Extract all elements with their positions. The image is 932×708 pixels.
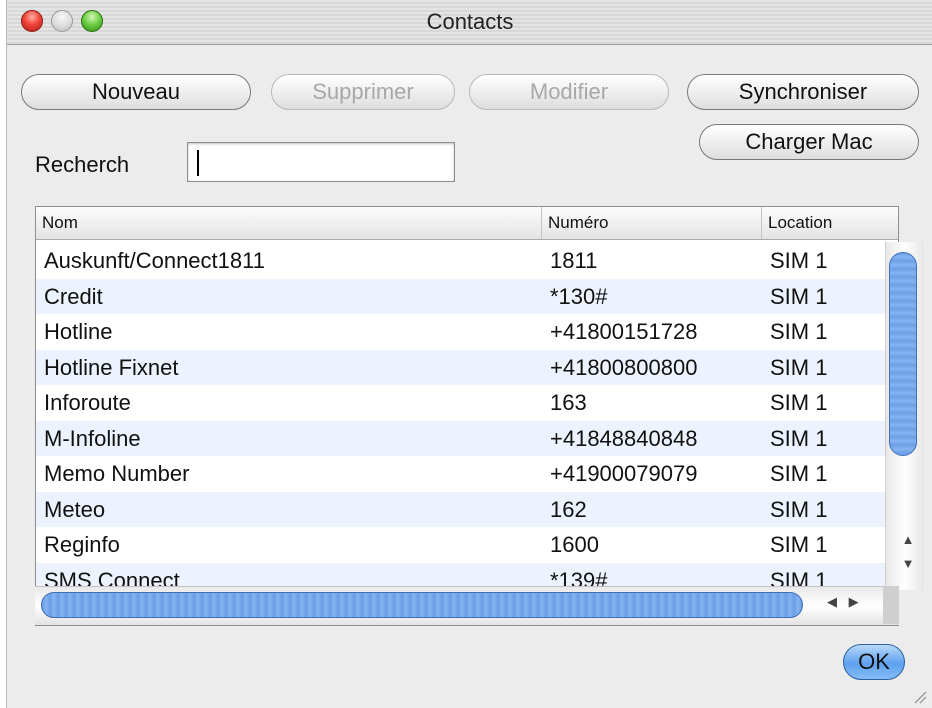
cell-number: +41848840848 bbox=[550, 425, 698, 451]
cell-location: SIM 1 bbox=[770, 425, 828, 451]
table-row[interactable]: Hotline Fixnet +41800800800 SIM 1 bbox=[36, 349, 898, 385]
cell-location: SIM 1 bbox=[770, 283, 828, 309]
resize-grip-icon[interactable] bbox=[913, 690, 927, 704]
contacts-window: Contacts Nouveau Supprimer Modifier Sync… bbox=[6, 0, 932, 708]
cell-location: SIM 1 bbox=[770, 319, 828, 344]
load-mac-button[interactable]: Charger Mac bbox=[699, 124, 919, 160]
table-header: Nom Numéro Location bbox=[36, 207, 898, 240]
cell-name: Inforoute bbox=[44, 390, 131, 415]
delete-button[interactable]: Supprimer bbox=[271, 74, 455, 110]
cell-location: SIM 1 bbox=[770, 532, 828, 557]
cell-number: 163 bbox=[550, 390, 587, 415]
window-title: Contacts bbox=[426, 9, 514, 34]
text-caret bbox=[197, 150, 199, 176]
cell-number: *130# bbox=[550, 283, 608, 309]
cell-location: SIM 1 bbox=[770, 461, 828, 486]
synchronize-button[interactable]: Synchroniser bbox=[687, 74, 919, 110]
cell-name: Credit bbox=[44, 283, 103, 309]
table-row[interactable]: Memo Number +41900079079 SIM 1 bbox=[36, 456, 898, 492]
scroll-down-arrow-icon[interactable]: ▼ bbox=[891, 552, 925, 576]
column-header-location[interactable]: Location bbox=[762, 207, 898, 239]
cell-name: Reginfo bbox=[44, 532, 120, 557]
scroll-up-arrow-icon[interactable]: ▲ bbox=[891, 528, 925, 552]
table-row[interactable]: Hotline +41800151728 SIM 1 bbox=[36, 314, 898, 350]
cell-name: Auskunft/Connect1811 bbox=[44, 248, 265, 273]
new-button[interactable]: Nouveau bbox=[21, 74, 251, 110]
table-body: Auskunft/Connect1811 1811 SIM 1 Credit *130… bbox=[36, 243, 898, 598]
title-bar[interactable]: Contacts bbox=[7, 0, 932, 45]
search-label: Recherch bbox=[35, 152, 130, 177]
table-row[interactable]: Meteo 162 SIM 1 bbox=[36, 491, 898, 527]
scroll-left-arrow-icon[interactable]: ◀ bbox=[827, 594, 837, 609]
edit-button[interactable]: Modifier bbox=[469, 74, 669, 110]
cell-location: SIM 1 bbox=[770, 390, 828, 415]
search-input[interactable] bbox=[187, 142, 455, 182]
table-row[interactable]: Credit *130# SIM 1 bbox=[36, 278, 898, 314]
scroll-right-arrow-icon[interactable]: ▶ bbox=[849, 594, 859, 609]
cell-location: SIM 1 bbox=[770, 248, 828, 273]
cell-name: Hotline bbox=[44, 319, 113, 344]
cell-number: 1600 bbox=[550, 532, 599, 557]
vertical-scroll-arrows[interactable]: ▲ ▼ bbox=[891, 528, 925, 584]
cell-number: +41800151728 bbox=[550, 319, 698, 344]
horizontal-scroll-arrows[interactable]: ◀ ▶ bbox=[827, 594, 877, 616]
scroll-corner bbox=[883, 586, 899, 624]
table-row[interactable]: Auskunft/Connect1811 1811 SIM 1 bbox=[36, 243, 898, 279]
table-row[interactable]: M-Infoline +41848840848 SIM 1 bbox=[36, 420, 898, 456]
cell-name: Memo Number bbox=[44, 461, 190, 486]
cell-number: 162 bbox=[550, 496, 587, 522]
column-header-number[interactable]: Numéro bbox=[542, 207, 762, 239]
cell-number: +41900079079 bbox=[550, 461, 698, 486]
cell-name: M-Infoline bbox=[44, 425, 141, 451]
cell-location: SIM 1 bbox=[770, 496, 828, 522]
column-header-name[interactable]: Nom bbox=[36, 207, 542, 239]
vertical-scroll-thumb[interactable] bbox=[889, 252, 917, 456]
cell-name: Meteo bbox=[44, 496, 106, 522]
cell-number: +41800800800 bbox=[550, 354, 698, 380]
ok-button[interactable]: OK bbox=[843, 644, 905, 680]
cell-number: 1811 bbox=[550, 248, 598, 273]
table-row[interactable]: Inforoute 163 SIM 1 bbox=[36, 385, 898, 421]
cell-location: SIM 1 bbox=[770, 354, 828, 380]
horizontal-scroll-thumb[interactable] bbox=[41, 592, 803, 618]
contacts-table: Nom Numéro Location Auskunft/Connect1811… bbox=[35, 206, 899, 626]
cell-name: Hotline Fixnet bbox=[44, 354, 179, 380]
table-row[interactable]: Reginfo 1600 SIM 1 bbox=[36, 527, 898, 563]
